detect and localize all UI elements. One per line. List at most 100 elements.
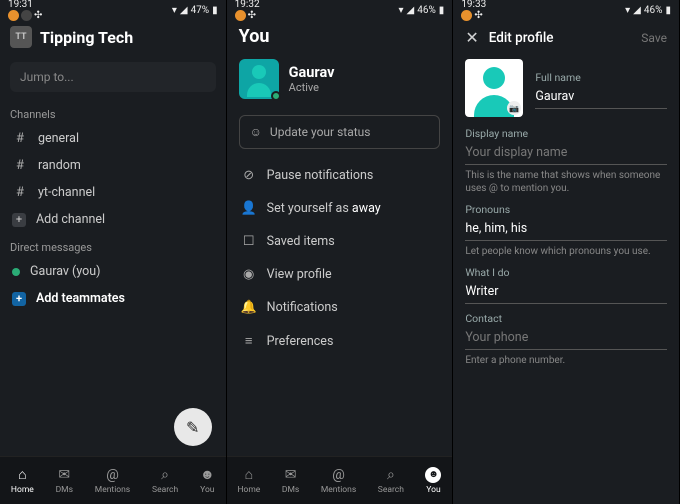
pronouns-hint: Let people know which pronouns you use.: [465, 245, 667, 258]
screen-you: 19:32 ✣ ▾ ◢ 46% ▮ You Gaurav Active ☺ Up…: [227, 0, 454, 504]
battery-icon: ▮: [212, 5, 218, 16]
workspace-title: Tipping Tech: [40, 28, 133, 47]
nav-you[interactable]: ☻You: [425, 467, 441, 495]
status-right: ▾ ◢ 46% ▮: [398, 5, 444, 16]
channel-item[interactable]: # yt-channel: [0, 179, 226, 206]
nav-search[interactable]: ⌕Search: [378, 467, 404, 495]
avatar-upload[interactable]: 📷: [465, 59, 523, 117]
add-channel-button[interactable]: + Add channel: [0, 206, 226, 233]
edit-header: ✕ Edit profile Save: [453, 20, 679, 55]
search-icon: ⌕: [387, 467, 395, 483]
screen-edit-profile: 19:33 ✣ ▾ ◢ 46% ▮ ✕ Edit profile Save 📷 …: [453, 0, 680, 504]
camera-icon: 📷: [507, 101, 521, 115]
nav-home[interactable]: ⌂Home: [237, 466, 260, 495]
signal-icon: ◢: [633, 5, 641, 16]
nav-you[interactable]: ☻You: [200, 466, 215, 495]
battery-icon: ▮: [665, 5, 671, 16]
you-icon: ☻: [425, 467, 441, 483]
wifi-icon: ▾: [172, 5, 177, 16]
battery-pct: 46%: [417, 5, 436, 16]
status-right: ▾ ◢ 46% ▮: [625, 5, 671, 16]
battery-pct: 47%: [191, 5, 210, 16]
add-teammates-button[interactable]: + Add teammates: [0, 285, 226, 312]
bell-icon: 🔔: [241, 300, 257, 315]
notifications-button[interactable]: 🔔 Notifications: [227, 291, 453, 324]
wifi-icon: ▾: [625, 5, 630, 16]
nav-mentions[interactable]: @Mentions: [95, 467, 130, 495]
channel-item[interactable]: # general: [0, 125, 226, 152]
plus-icon: +: [12, 292, 26, 306]
compose-fab[interactable]: ✎: [174, 408, 212, 446]
wifi-icon: ▾: [398, 5, 403, 16]
mentions-icon: @: [332, 467, 345, 483]
nav-search[interactable]: ⌕Search: [152, 467, 178, 495]
displayname-input[interactable]: Your display name: [465, 142, 667, 165]
you-icon: ☻: [200, 466, 215, 483]
pause-notifications-button[interactable]: ⊘ Pause notifications: [227, 159, 453, 192]
contact-input[interactable]: Your phone: [465, 327, 667, 350]
displayname-label: Display name: [465, 127, 667, 140]
sliders-icon: ≡: [241, 333, 257, 349]
channels-label: Channels: [0, 100, 226, 125]
edit-title: Edit profile: [489, 30, 632, 46]
presence-active-icon: [12, 268, 20, 276]
signal-icon: ◢: [407, 5, 415, 16]
add-teammates-label: Add teammates: [36, 291, 125, 306]
view-profile-button[interactable]: ◉ View profile: [227, 258, 453, 291]
dm-item[interactable]: Gaurav (you): [0, 258, 226, 285]
channel-item[interactable]: # random: [0, 152, 226, 179]
statusbar: 19:32 ✣ ▾ ◢ 46% ▮: [227, 0, 453, 20]
battery-icon: ▮: [439, 5, 445, 16]
channel-name: random: [38, 158, 81, 173]
set-away-button[interactable]: 👤 Set yourself as away: [227, 192, 453, 225]
what-i-do-label: What I do: [465, 266, 667, 279]
pronouns-input[interactable]: he, him, his: [465, 218, 667, 241]
dms-icon: ✉: [58, 467, 70, 483]
home-icon: ⌂: [18, 466, 26, 483]
smiley-icon: ☺: [250, 125, 262, 139]
preferences-button[interactable]: ≡ Preferences: [227, 324, 453, 358]
contact-label: Contact: [465, 312, 667, 325]
status-input[interactable]: ☺ Update your status: [239, 115, 441, 149]
status-time: 19:32: [235, 0, 260, 10]
add-channel-label: Add channel: [36, 212, 105, 227]
nav-mentions[interactable]: @Mentions: [321, 467, 356, 495]
close-icon[interactable]: ✕: [465, 28, 478, 47]
status-time: 19:31: [8, 0, 33, 10]
battery-pct: 46%: [644, 5, 663, 16]
profile-summary[interactable]: Gaurav Active: [227, 53, 453, 105]
status-time: 19:33: [461, 0, 486, 10]
workspace-header[interactable]: TT Tipping Tech: [0, 20, 226, 54]
hash-icon: #: [12, 185, 28, 200]
presence-active-icon: [271, 91, 281, 101]
status-left: 19:31 ✣: [8, 0, 42, 21]
status-left: 19:33 ✣: [461, 0, 486, 21]
profile-presence: Active: [289, 81, 335, 94]
statusbar: 19:33 ✣ ▾ ◢ 46% ▮: [453, 0, 679, 20]
nav-dms[interactable]: ✉DMs: [282, 467, 299, 495]
save-button[interactable]: Save: [641, 31, 667, 45]
you-menu: ⊘ Pause notifications 👤 Set yourself as …: [227, 159, 453, 358]
bottom-nav: ⌂Home ✉DMs @Mentions ⌕Search ☻You: [227, 456, 453, 504]
nav-home[interactable]: ⌂Home: [11, 466, 34, 495]
saved-items-button[interactable]: ☐ Saved items: [227, 225, 453, 258]
profile-name: Gaurav: [289, 64, 335, 81]
search-icon: ⌕: [161, 467, 169, 483]
hash-icon: #: [12, 158, 28, 173]
dm-name: Gaurav (you): [30, 264, 101, 279]
plus-icon: +: [12, 213, 26, 227]
pronouns-label: Pronouns: [465, 203, 667, 216]
edit-form: 📷 Full name Gaurav Display name Your dis…: [453, 55, 679, 375]
status-left: 19:32 ✣: [235, 0, 260, 21]
contact-hint: Enter a phone number.: [465, 354, 667, 367]
jump-to-input[interactable]: Jump to...: [10, 62, 216, 92]
displayname-hint: This is the name that shows when someone…: [465, 169, 667, 195]
bottom-nav: ⌂Home ✉DMs @Mentions ⌕Search ☻You: [0, 456, 226, 504]
person-icon: 👤: [241, 201, 257, 216]
what-i-do-input[interactable]: Writer: [465, 281, 667, 304]
hash-icon: #: [12, 131, 28, 146]
fullname-input[interactable]: Gaurav: [535, 86, 667, 109]
statusbar: 19:31 ✣ ▾ ◢ 47% ▮: [0, 0, 226, 20]
nav-dms[interactable]: ✉DMs: [56, 467, 73, 495]
avatar: [239, 59, 279, 99]
